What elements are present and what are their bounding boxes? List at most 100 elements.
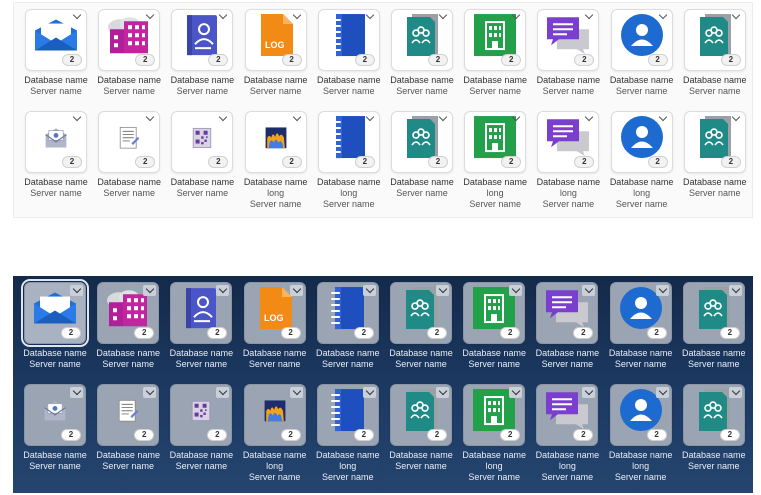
database-tile[interactable]: LOG 2 Database name Server name bbox=[241, 9, 311, 97]
database-card[interactable]: 2 bbox=[171, 9, 234, 71]
database-tile[interactable]: 2 Database name long Server name bbox=[241, 111, 311, 210]
database-card[interactable]: 2 bbox=[537, 111, 600, 173]
database-card[interactable]: 2 bbox=[682, 384, 745, 446]
chevron-down-icon[interactable] bbox=[655, 387, 669, 398]
database-tile[interactable]: 2 Database name Server name bbox=[387, 111, 457, 199]
database-card[interactable]: 2 bbox=[390, 384, 452, 446]
database-card[interactable]: 2 bbox=[391, 111, 453, 173]
database-tile[interactable]: 2 Database name Server name bbox=[386, 384, 456, 472]
chevron-down-icon[interactable] bbox=[436, 285, 449, 296]
database-tile[interactable]: 2 Database name Server name bbox=[94, 9, 164, 97]
database-tile[interactable]: 2 Database name Server name bbox=[166, 384, 236, 472]
database-card[interactable]: 2 bbox=[609, 384, 672, 446]
chevron-down-icon[interactable] bbox=[144, 114, 156, 124]
chevron-down-icon[interactable] bbox=[509, 285, 523, 296]
chevron-down-icon[interactable] bbox=[655, 285, 669, 296]
chevron-down-icon[interactable] bbox=[582, 387, 596, 398]
database-card[interactable]: 2 bbox=[24, 384, 86, 446]
database-card[interactable]: 2 bbox=[25, 111, 87, 173]
database-tile[interactable]: 2 Database name long Server name bbox=[460, 111, 530, 210]
database-card[interactable]: 2 bbox=[464, 111, 527, 173]
database-tile[interactable]: 2 Database name Server name bbox=[93, 384, 163, 472]
database-card[interactable]: 2 bbox=[317, 111, 380, 173]
chevron-down-icon[interactable] bbox=[437, 12, 449, 22]
database-card[interactable]: 2 bbox=[390, 282, 452, 344]
database-card[interactable]: 2 bbox=[243, 384, 306, 446]
database-card[interactable]: 2 bbox=[171, 111, 234, 173]
database-tile[interactable]: 2 Database name Server name bbox=[313, 282, 383, 370]
chevron-down-icon[interactable] bbox=[216, 285, 230, 296]
database-tile[interactable]: 2 Database name Server name bbox=[607, 9, 677, 97]
database-card[interactable]: 2 bbox=[316, 282, 379, 344]
database-card[interactable]: 2 bbox=[536, 282, 599, 344]
database-tile[interactable]: 2 Database name Server name bbox=[387, 9, 457, 97]
database-card[interactable]: 2 bbox=[98, 111, 161, 173]
chevron-down-icon[interactable] bbox=[71, 114, 83, 124]
database-tile[interactable]: 2 Database name Server name bbox=[20, 384, 90, 472]
database-tile[interactable]: 2 Database name Server name bbox=[680, 111, 750, 199]
database-card[interactable]: 2 bbox=[464, 9, 527, 71]
database-tile[interactable]: 2 Database name Server name bbox=[166, 282, 236, 370]
chevron-down-icon[interactable] bbox=[362, 387, 376, 398]
database-card[interactable]: 2 bbox=[170, 282, 233, 344]
chevron-down-icon[interactable] bbox=[437, 114, 449, 124]
database-tile[interactable]: 2 Database name Server name bbox=[680, 9, 750, 97]
database-tile[interactable]: 2 Database name Server name bbox=[167, 9, 237, 97]
chevron-down-icon[interactable] bbox=[289, 387, 303, 398]
chevron-down-icon[interactable] bbox=[436, 387, 449, 398]
database-card[interactable]: 2 bbox=[25, 9, 87, 71]
chevron-down-icon[interactable] bbox=[289, 285, 303, 296]
chevron-down-icon[interactable] bbox=[143, 285, 157, 296]
database-card[interactable]: 2 bbox=[244, 111, 307, 173]
chevron-down-icon[interactable] bbox=[510, 114, 522, 124]
chevron-down-icon[interactable] bbox=[657, 114, 669, 124]
database-card[interactable]: 2 bbox=[97, 384, 160, 446]
database-card[interactable]: 2 bbox=[21, 279, 89, 347]
database-card[interactable]: 2 bbox=[610, 9, 673, 71]
chevron-down-icon[interactable] bbox=[509, 387, 523, 398]
chevron-down-icon[interactable] bbox=[143, 387, 157, 398]
chevron-down-icon[interactable] bbox=[728, 285, 742, 296]
database-tile[interactable]: LOG 2 Database name Server name bbox=[240, 282, 310, 370]
database-tile[interactable]: 2 Database name long Server name bbox=[314, 111, 384, 210]
database-tile[interactable]: 2 Database name long Server name bbox=[532, 384, 602, 483]
database-tile[interactable]: 2 Database name Server name bbox=[533, 9, 603, 97]
chevron-down-icon[interactable] bbox=[364, 114, 376, 124]
chevron-down-icon[interactable] bbox=[71, 12, 83, 22]
database-tile[interactable]: 2 Database name Server name bbox=[93, 282, 163, 370]
chevron-down-icon[interactable] bbox=[730, 114, 742, 124]
database-tile[interactable]: 2 Database name Server name bbox=[94, 111, 164, 199]
database-card[interactable]: LOG 2 bbox=[243, 282, 306, 344]
database-tile[interactable]: 2 Database name Server name bbox=[532, 282, 602, 370]
database-tile[interactable]: 2 Database name Server name bbox=[606, 282, 676, 370]
database-tile[interactable]: 2 Database name Server name bbox=[679, 384, 749, 472]
chevron-down-icon[interactable] bbox=[730, 12, 742, 22]
database-card[interactable]: 2 bbox=[463, 384, 526, 446]
chevron-down-icon[interactable] bbox=[583, 114, 595, 124]
database-card[interactable]: 2 bbox=[537, 9, 600, 71]
database-card[interactable]: 2 bbox=[609, 282, 672, 344]
database-tile[interactable]: 2 Database name Server name bbox=[167, 111, 237, 199]
database-card[interactable]: 2 bbox=[463, 282, 526, 344]
chevron-down-icon[interactable] bbox=[217, 12, 229, 22]
chevron-down-icon[interactable] bbox=[728, 387, 742, 398]
database-card[interactable]: 2 bbox=[536, 384, 599, 446]
database-card[interactable]: 2 bbox=[391, 9, 453, 71]
chevron-down-icon[interactable] bbox=[144, 12, 156, 22]
database-tile[interactable]: 2 Database name long Server name bbox=[607, 111, 677, 210]
database-tile[interactable]: 2 Database name Server name bbox=[20, 279, 90, 370]
chevron-down-icon[interactable] bbox=[217, 114, 229, 124]
database-tile[interactable]: 2 Database name Server name bbox=[21, 111, 91, 199]
chevron-down-icon[interactable] bbox=[582, 285, 596, 296]
database-tile[interactable]: 2 Database name long Server name bbox=[459, 384, 529, 483]
database-card[interactable]: 2 bbox=[170, 384, 233, 446]
database-tile[interactable]: 2 Database name Server name bbox=[460, 9, 530, 97]
database-tile[interactable]: 2 Database name long Server name bbox=[533, 111, 603, 210]
database-tile[interactable]: 2 Database name long Server name bbox=[313, 384, 383, 483]
database-card[interactable]: 2 bbox=[610, 111, 673, 173]
database-card[interactable]: 2 bbox=[683, 111, 746, 173]
chevron-down-icon[interactable] bbox=[291, 114, 303, 124]
database-tile[interactable]: 2 Database name Server name bbox=[386, 282, 456, 370]
chevron-down-icon[interactable] bbox=[583, 12, 595, 22]
database-card[interactable]: 2 bbox=[316, 384, 379, 446]
